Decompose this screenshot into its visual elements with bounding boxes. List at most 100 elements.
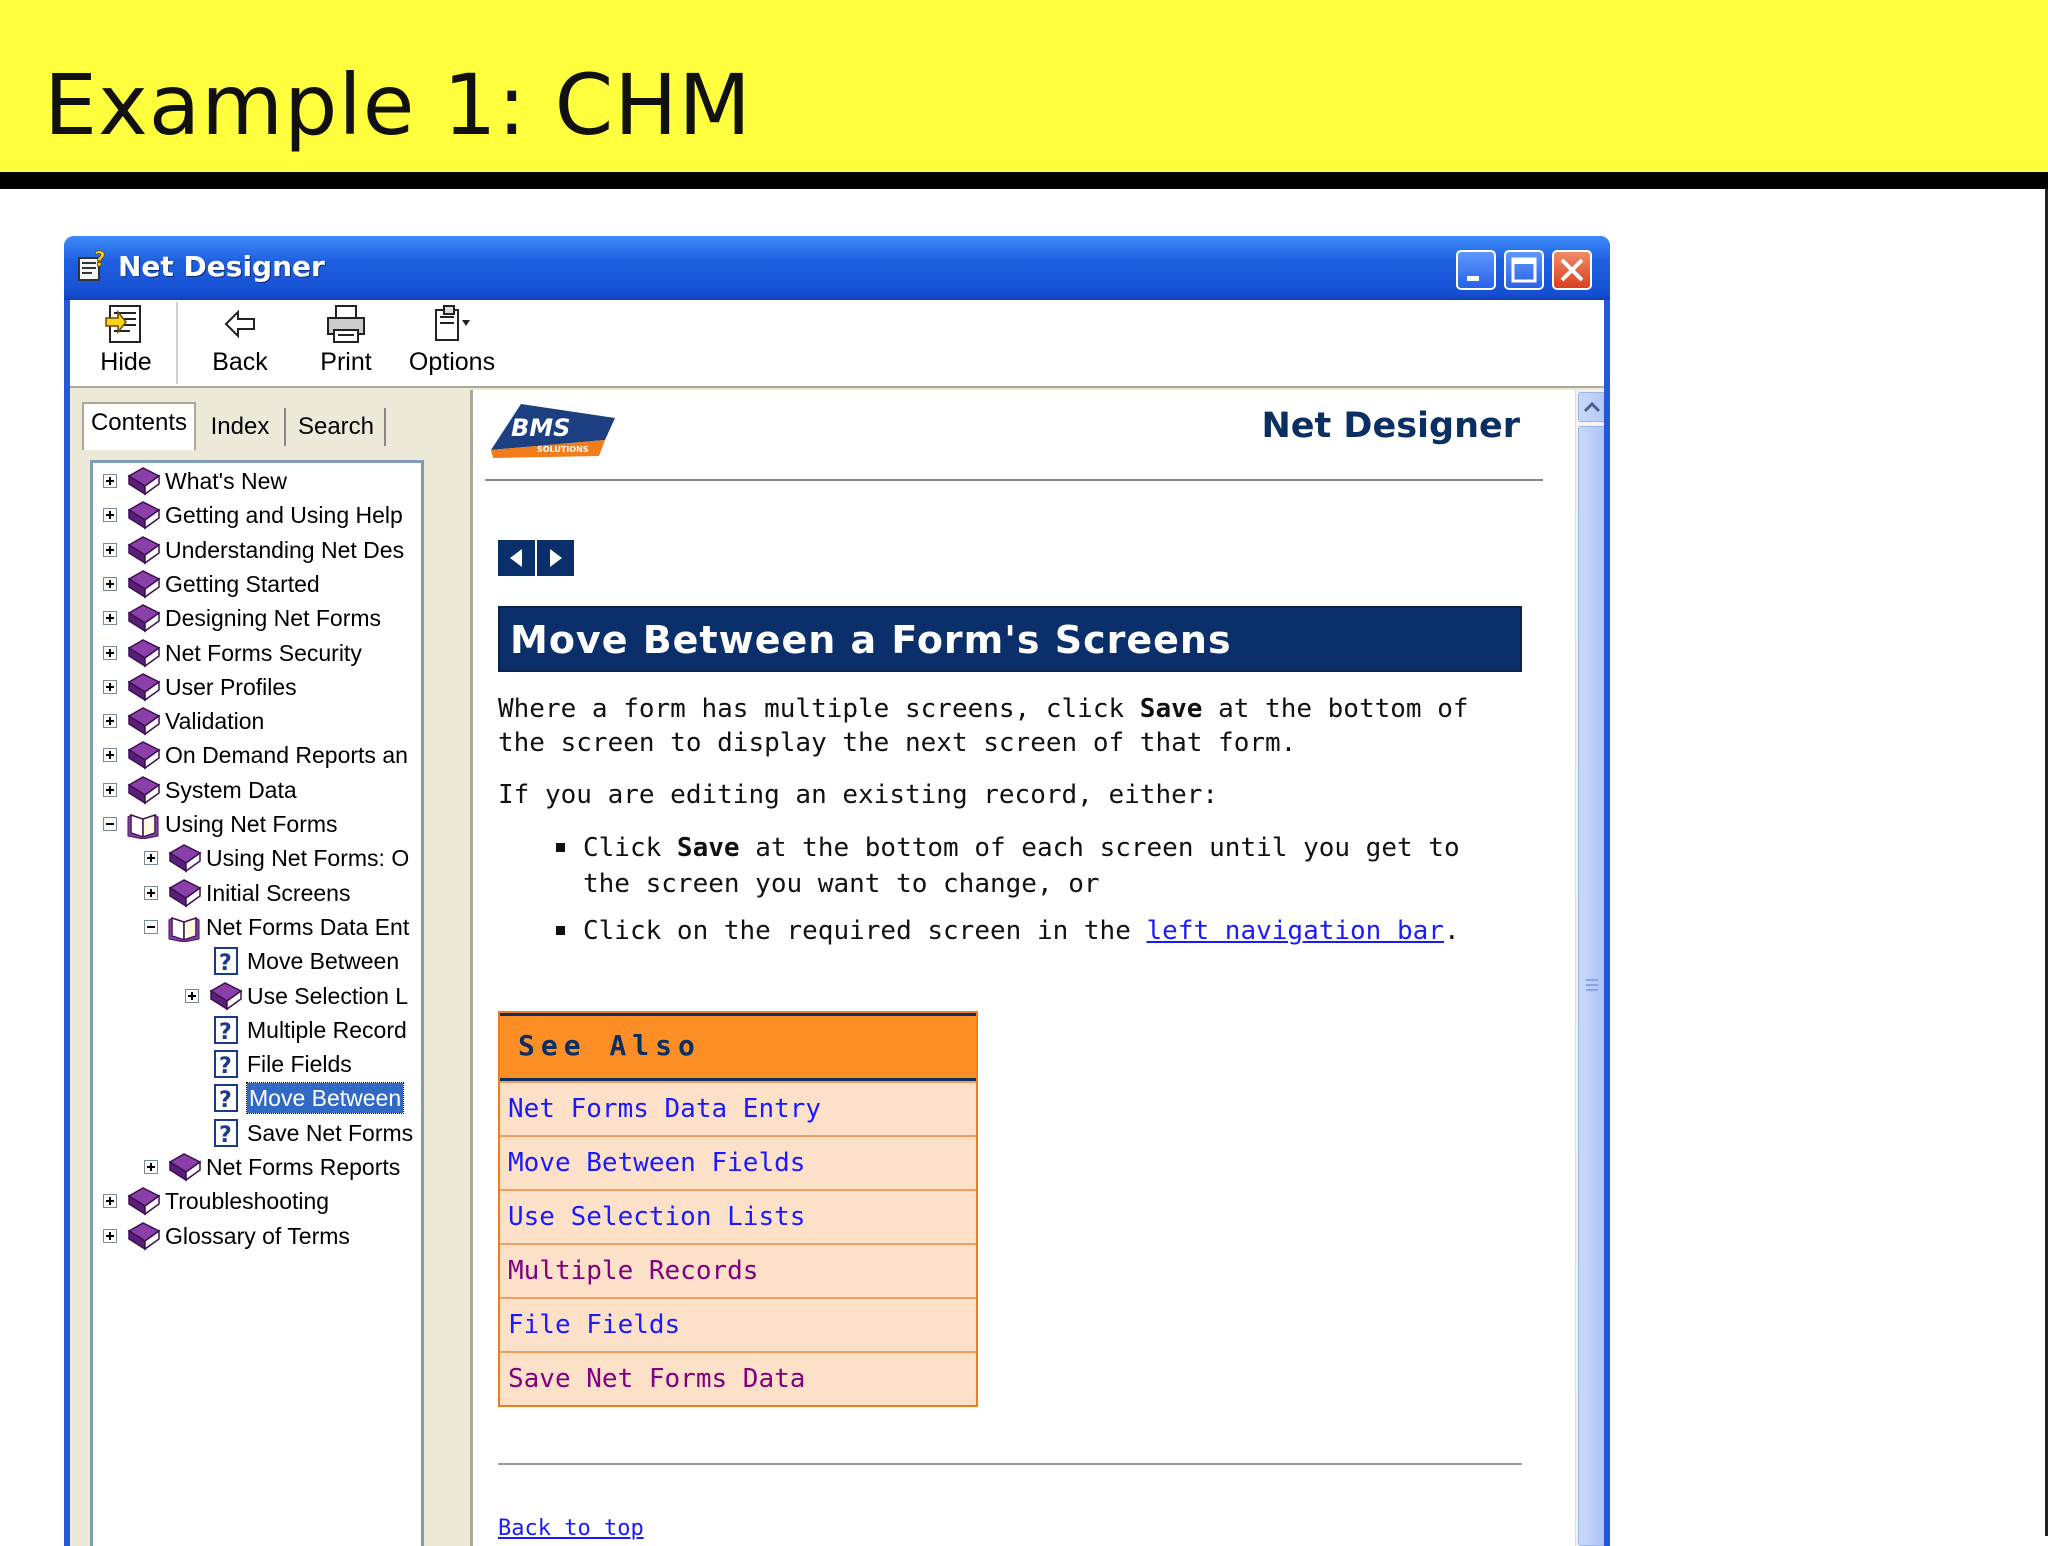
bullet-dot (556, 843, 565, 852)
collapse-icon[interactable] (144, 919, 158, 934)
book-closed-icon (127, 741, 161, 770)
tree-node-label: Troubleshooting (165, 1188, 330, 1215)
expand-icon[interactable] (103, 714, 117, 729)
tree-node[interactable]: What's New (103, 466, 421, 496)
expand-icon[interactable] (103, 611, 117, 626)
scroll-up-button[interactable] (1578, 392, 1604, 422)
tree-node[interactable]: On Demand Reports an (103, 740, 421, 770)
tree-node[interactable]: Initial Screens (144, 878, 421, 908)
tree-node-label: Using Net Forms (165, 811, 338, 837)
options-button[interactable]: Options (402, 304, 502, 382)
tree-node[interactable]: User Profiles (103, 672, 421, 702)
book-closed-icon (168, 844, 202, 873)
help-toolbar: Hide Back Print Options (70, 300, 1604, 388)
toolbar-separator (176, 302, 178, 384)
tree-node[interactable]: Getting and Using Help (103, 500, 421, 530)
expand-icon[interactable] (103, 542, 117, 557)
expand-icon[interactable] (144, 885, 158, 900)
print-label: Print (320, 348, 372, 376)
book-closed-icon (209, 981, 243, 1010)
hide-button[interactable]: Hide (82, 304, 170, 382)
b1-text-a: Click (583, 833, 677, 863)
print-button[interactable]: Print (302, 304, 390, 382)
tab-contents[interactable]: Contents (82, 402, 196, 450)
see-also-link[interactable]: Multiple Records (500, 1243, 976, 1297)
tree-node[interactable]: ? Multiple Record (185, 1015, 421, 1045)
window-titlebar[interactable]: ? Net Designer (64, 236, 1610, 300)
next-topic-button[interactable] (537, 540, 574, 576)
tree-node[interactable]: Validation (103, 706, 421, 736)
tree-node-label: Understanding Net Des (165, 536, 405, 563)
bms-logo: BMS SOLUTIONS (491, 404, 615, 458)
tree-node-label: Multiple Record (247, 1016, 407, 1043)
expand-icon[interactable] (103, 508, 117, 523)
pane-splitter[interactable] (462, 390, 470, 1546)
tree-node[interactable]: Use Selection L (185, 981, 421, 1011)
expand-icon[interactable] (103, 1228, 117, 1243)
tree-node[interactable]: ? Move Between (185, 946, 421, 976)
contents-tree[interactable]: What's New Getting and Using Help Understa… (90, 460, 424, 1546)
tree-node[interactable]: Net Forms Reports (144, 1152, 421, 1182)
expand-icon[interactable] (103, 576, 117, 591)
expand-icon[interactable] (103, 645, 117, 660)
expand-icon[interactable] (144, 851, 158, 866)
hide-label: Hide (100, 348, 152, 376)
see-also-link[interactable]: Use Selection Lists (500, 1189, 976, 1243)
expand-icon[interactable] (103, 748, 117, 763)
tree-node-label: Save Net Forms (247, 1119, 414, 1146)
tree-node-label: Move Between (247, 948, 400, 975)
tree-node[interactable]: ? File Fields (185, 1049, 421, 1079)
window-title: Net Designer (118, 250, 325, 283)
close-button[interactable] (1552, 250, 1592, 290)
book-closed-icon (127, 707, 161, 736)
tree-node[interactable]: Troubleshooting (103, 1186, 421, 1216)
tree-node[interactable]: Using Net Forms (103, 809, 421, 839)
tree-node[interactable]: Net Forms Security (103, 638, 421, 668)
p1-bold: Save (1139, 694, 1203, 724)
tree-node-label: System Data (165, 776, 297, 803)
left-navigation-bar-link[interactable]: left navigation bar (1147, 916, 1444, 946)
expand-icon[interactable] (103, 1194, 117, 1209)
see-also-link[interactable]: Move Between Fields (500, 1135, 976, 1189)
expand-icon[interactable] (103, 679, 117, 694)
tab-index[interactable]: Index (196, 408, 286, 446)
content-scrollbar[interactable] (1575, 390, 1604, 1546)
book-closed-icon (127, 535, 161, 565)
close-icon (1560, 258, 1584, 282)
b2-text-b: . (1443, 916, 1460, 946)
tree-node[interactable]: Getting Started (103, 569, 421, 599)
tree-node[interactable]: Understanding Net Des (103, 535, 421, 565)
tree-node[interactable]: ? Save Net Forms (185, 1118, 421, 1148)
tree-node[interactable]: Using Net Forms: O (144, 843, 421, 873)
tree-node-label: Designing Net Forms (165, 605, 382, 632)
tree-node[interactable]: System Data (103, 775, 421, 805)
tree-node-label: Net Forms Reports (206, 1154, 401, 1180)
tree-node-label: User Profiles (165, 673, 297, 700)
maximize-icon (1511, 257, 1537, 283)
tree-node[interactable]: Glossary of Terms (103, 1221, 421, 1251)
see-also-link[interactable]: File Fields (500, 1297, 976, 1351)
expand-icon[interactable] (103, 474, 117, 488)
expand-icon[interactable] (185, 988, 199, 1003)
back-to-top-link[interactable]: Back to top (498, 1516, 644, 1541)
collapse-icon[interactable] (103, 817, 117, 831)
minimize-button[interactable] (1456, 250, 1496, 290)
tree-node[interactable]: Designing Net Forms (103, 603, 421, 633)
tree-node[interactable]: ? Move Between (185, 1082, 421, 1115)
back-button[interactable]: Back (196, 304, 284, 382)
help-page-icon: ? (214, 1050, 238, 1079)
book-closed-icon (127, 638, 161, 667)
see-also-link[interactable]: Save Net Forms Data (500, 1351, 976, 1405)
minimize-icon (1467, 276, 1479, 281)
see-also-link[interactable]: Net Forms Data Entry (500, 1081, 976, 1135)
tree-node[interactable]: Net Forms Data Ent (144, 912, 421, 942)
maximize-button[interactable] (1504, 250, 1544, 290)
scroll-thumb[interactable] (1578, 426, 1604, 1546)
previous-topic-button[interactable] (498, 540, 535, 576)
b2-text-a: Click on the required screen in the (583, 916, 1147, 946)
tab-search[interactable]: Search (288, 408, 386, 446)
help-page-icon: ? (214, 1084, 238, 1113)
navigation-pane: Contents Index Search What's New Getting … (70, 390, 462, 1546)
expand-icon[interactable] (144, 1160, 158, 1174)
expand-icon[interactable] (103, 782, 117, 797)
